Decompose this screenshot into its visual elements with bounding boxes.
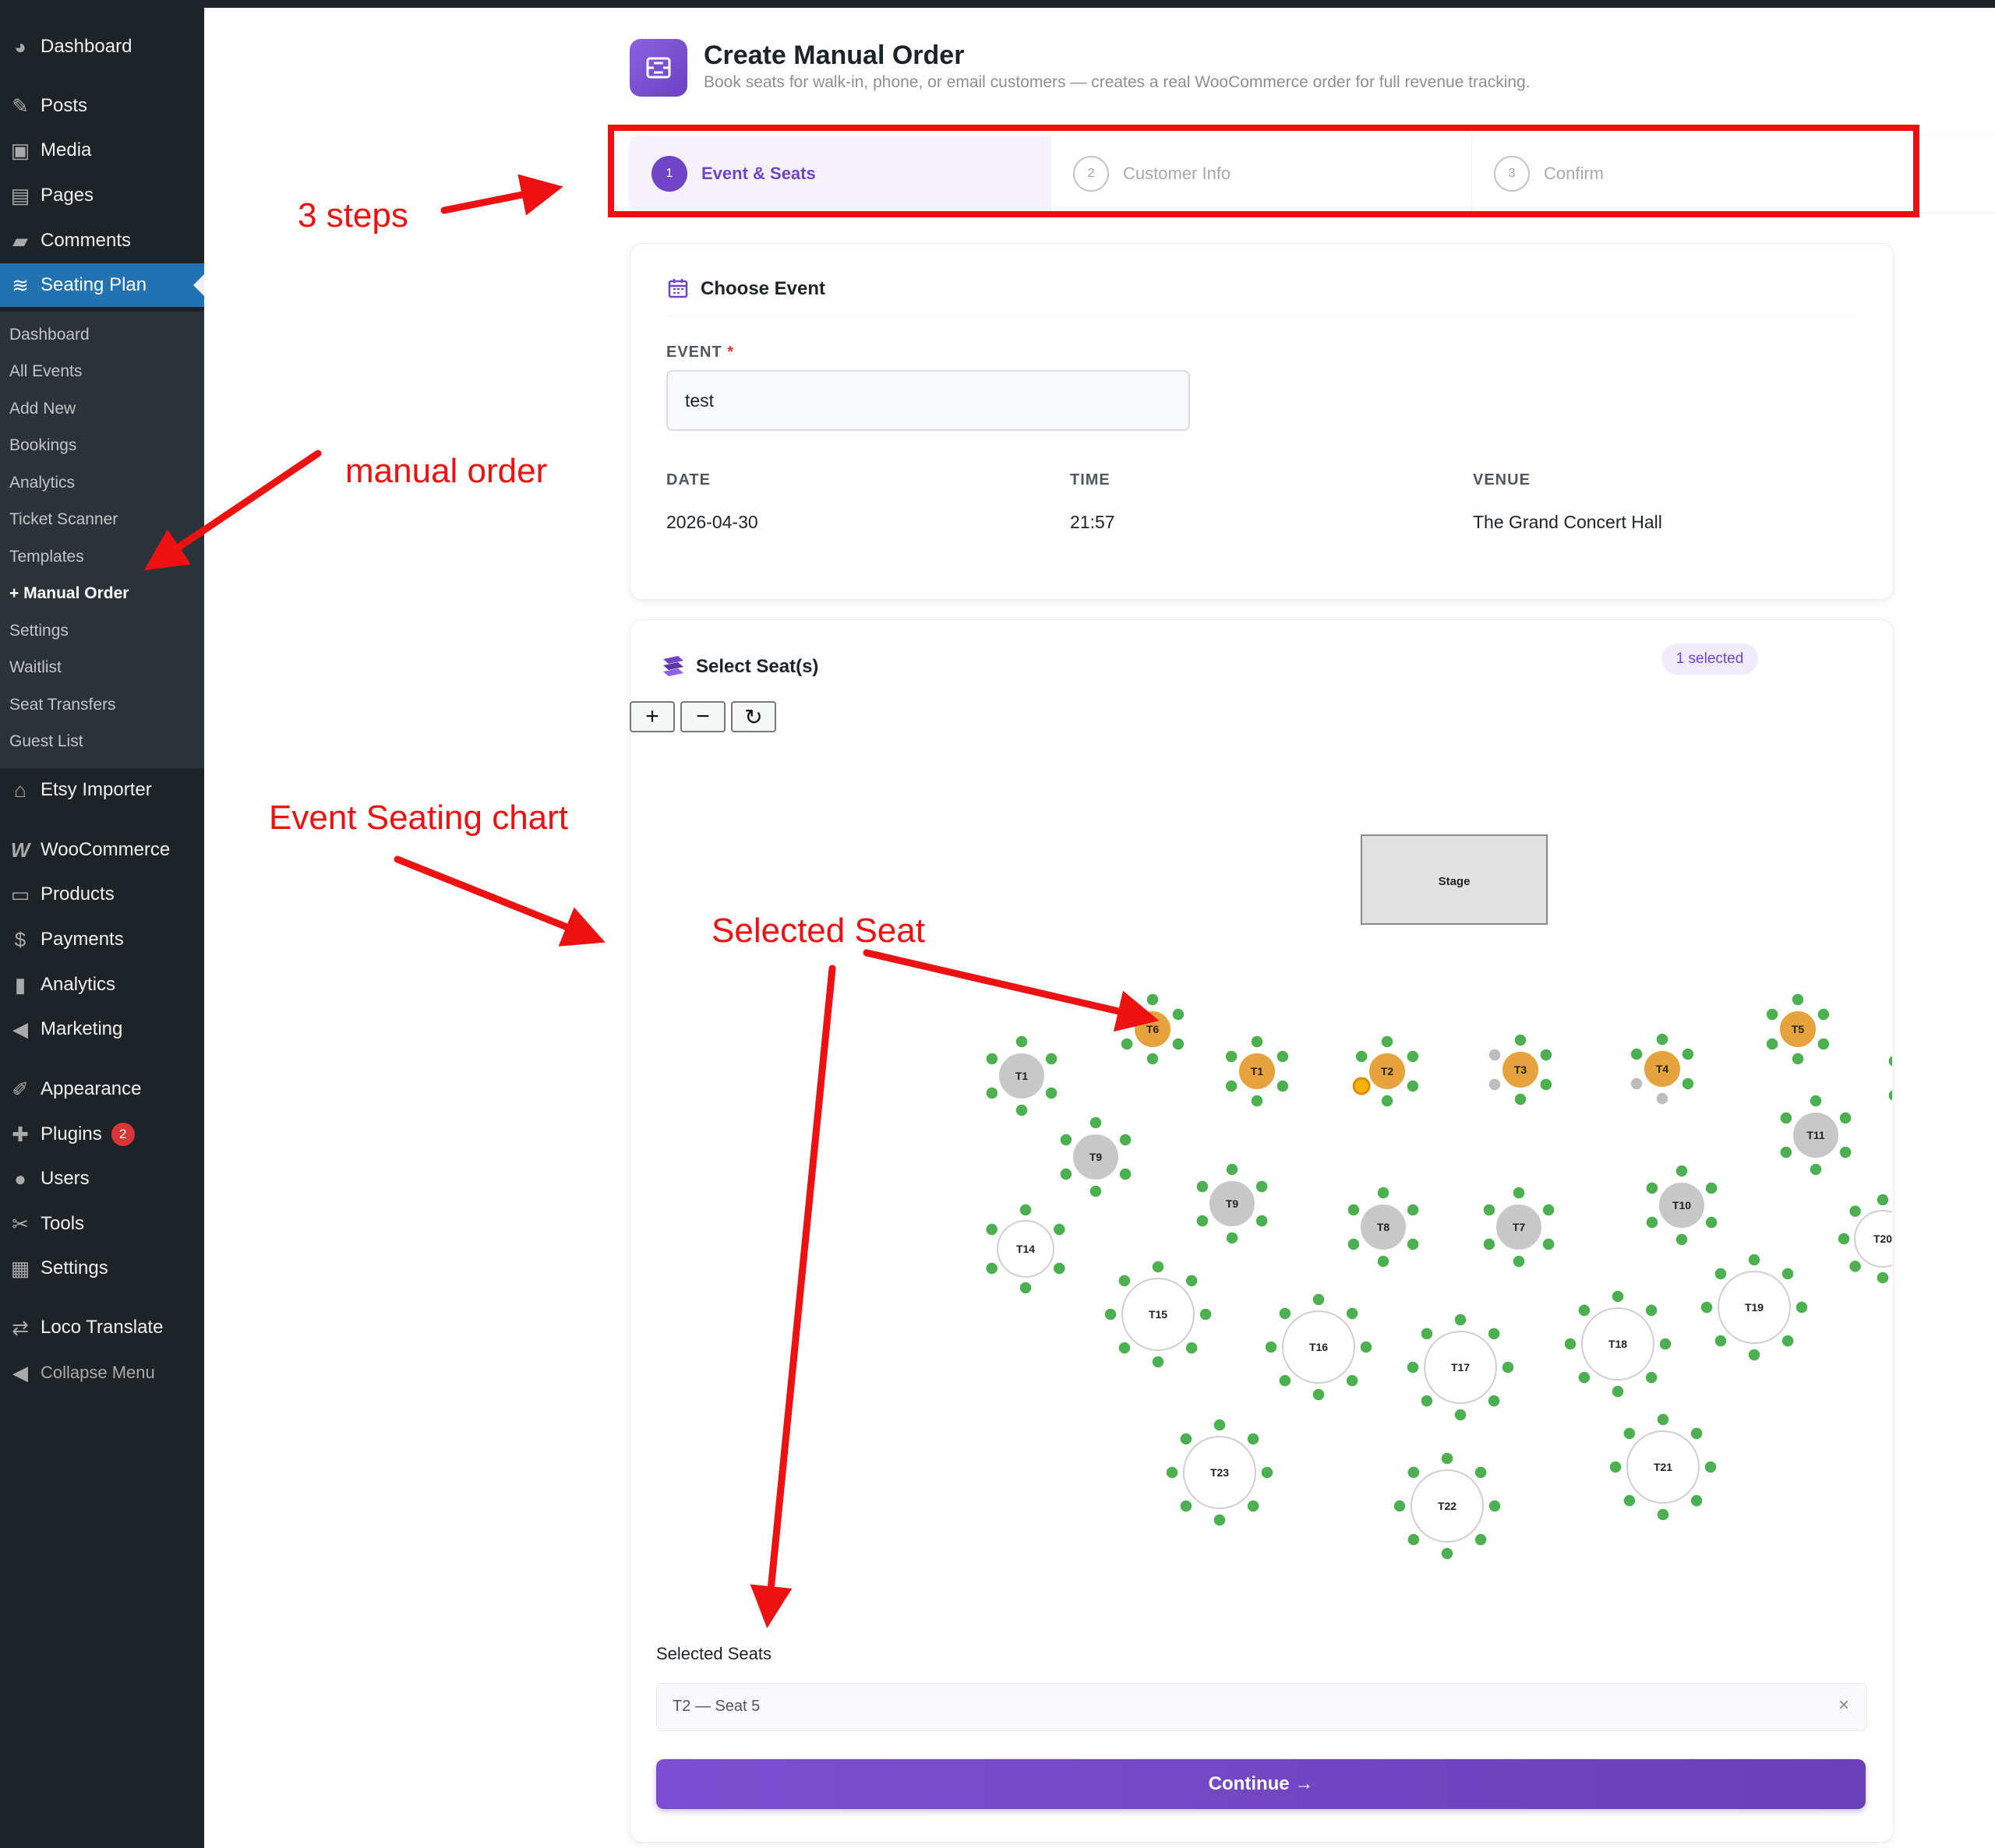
arrow-lines [144,174,1160,1628]
annotation-arrows [144,174,1160,1628]
